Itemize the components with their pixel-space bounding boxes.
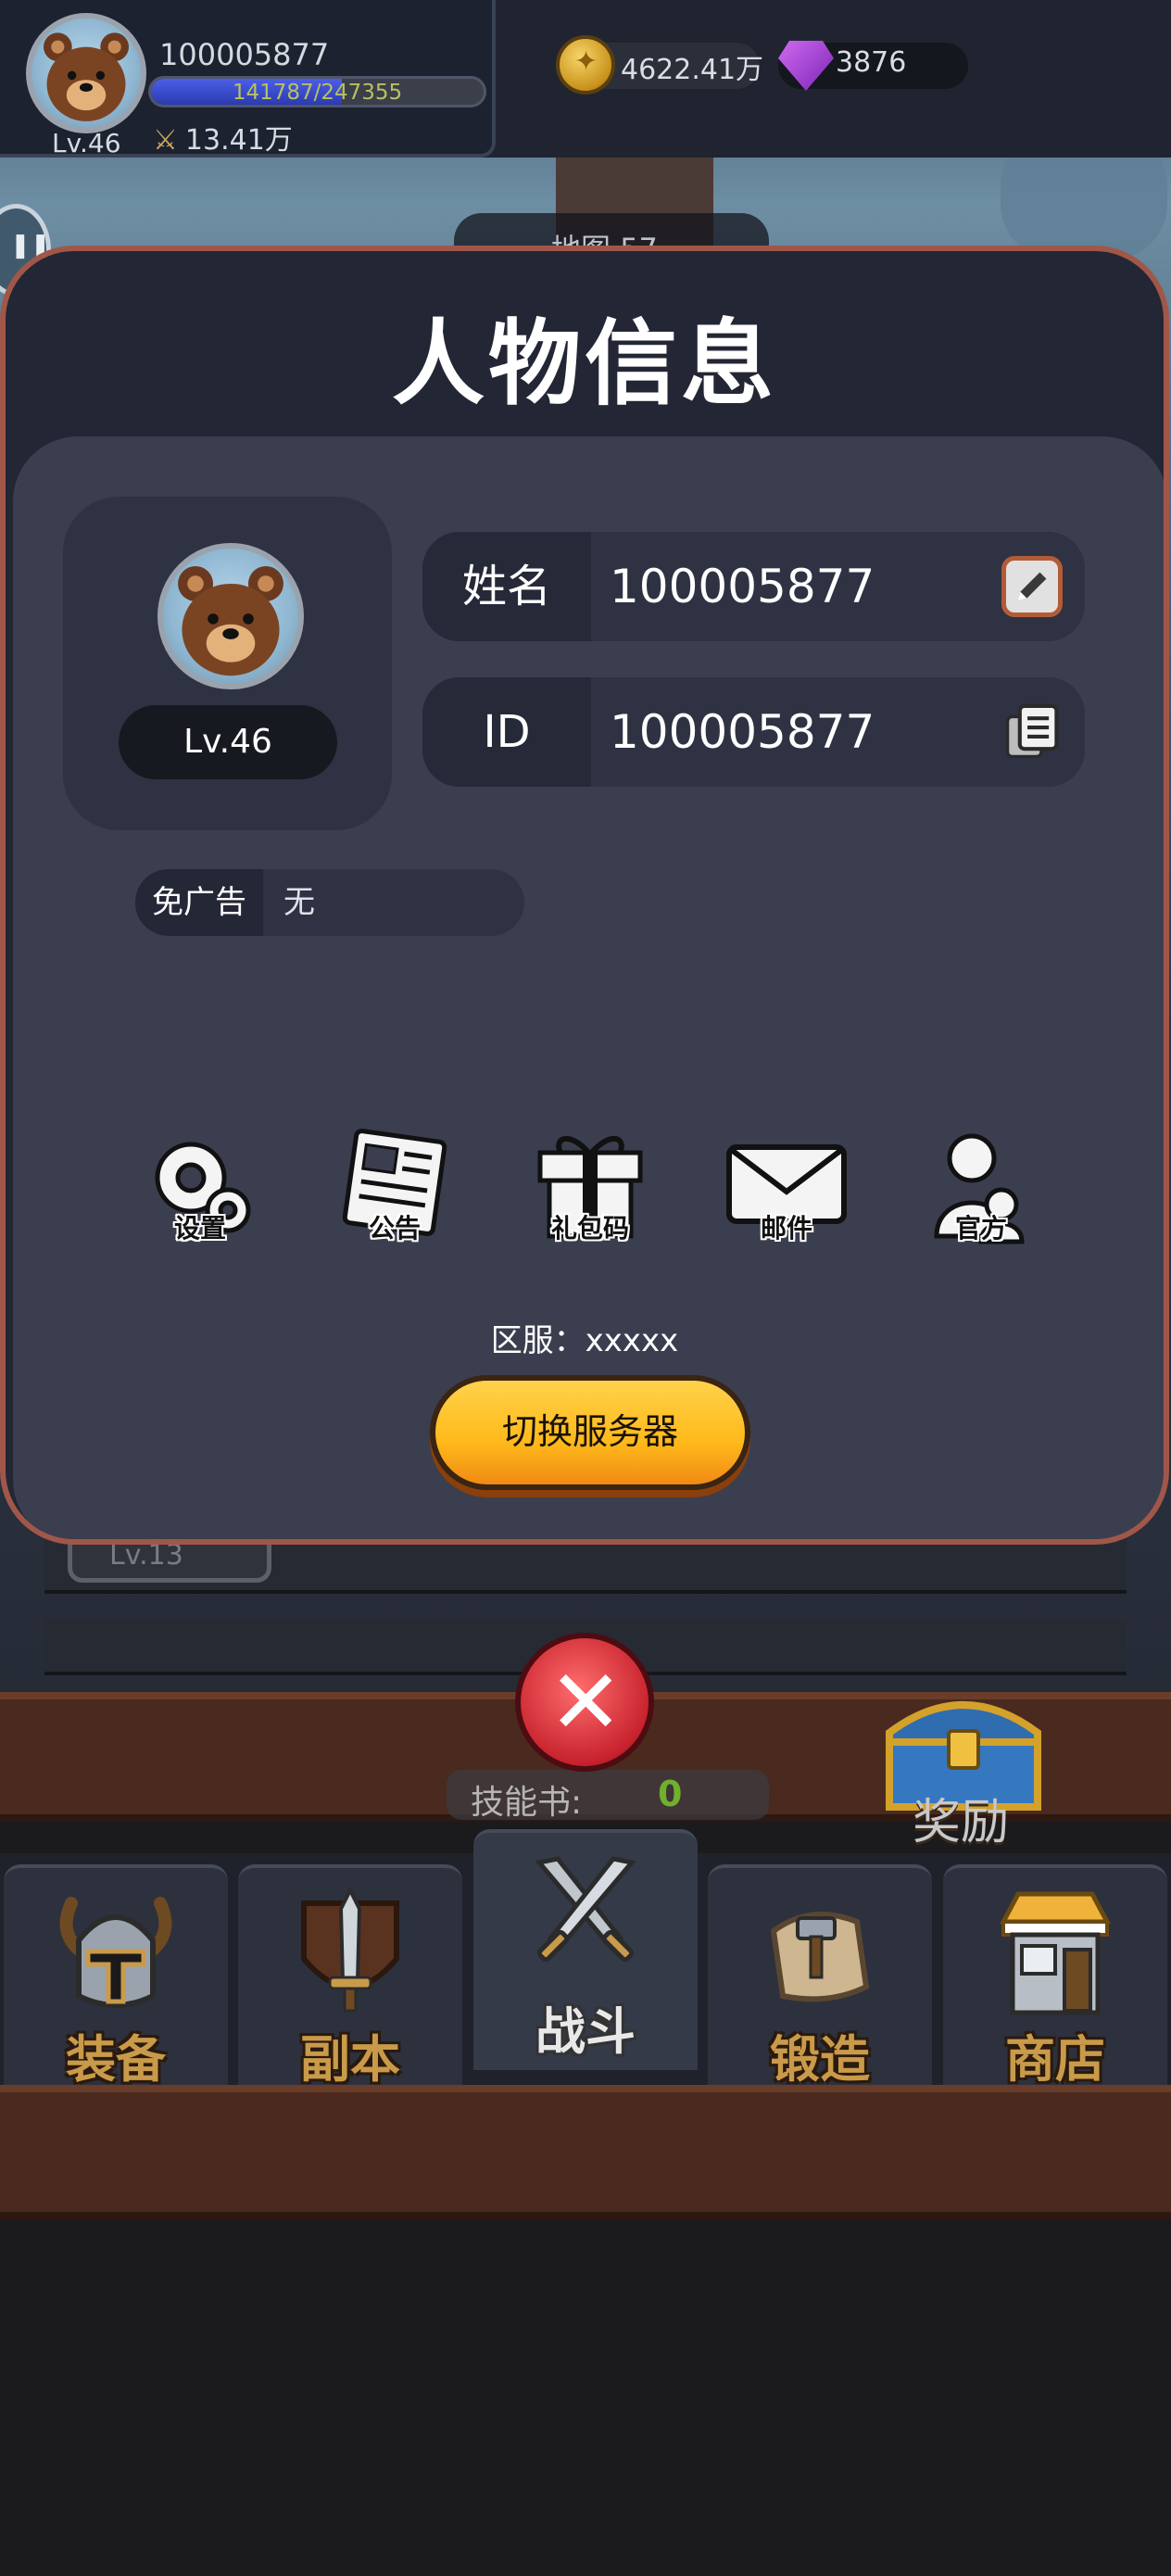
switch-server-button[interactable]: 切换服务器 <box>430 1375 750 1490</box>
name-label: 姓名 <box>422 532 591 641</box>
avatar-large[interactable] <box>157 543 304 689</box>
bear-face-icon <box>43 32 130 121</box>
skill-book-label: 技能书: <box>471 1784 583 1822</box>
edit-name-button[interactable] <box>1001 556 1063 617</box>
tab-shop[interactable]: 商店 <box>943 1864 1167 2089</box>
character-info-dialog: 人物信息 Lv.46 姓名 100005877 ID 100005877 免广告… <box>0 246 1169 1545</box>
no-ads-status: 免广告 无 <box>135 869 524 936</box>
copy-icon <box>1005 703 1059 759</box>
gold-coin-icon <box>556 35 615 95</box>
tab-battle-label: 战斗 <box>535 2002 636 2061</box>
shop-icon <box>999 1891 1112 2015</box>
combat-power-value: 13.41万 <box>184 124 293 157</box>
player-level: Lv.46 <box>52 128 121 158</box>
tab-equipment-label: 装备 <box>66 2030 166 2089</box>
tab-dungeon[interactable]: 副本 <box>238 1864 462 2089</box>
player-id-text: 100005877 <box>159 37 330 72</box>
gift-code-button[interactable]: 礼包码 <box>525 1127 655 1247</box>
skill-book-count: 0 <box>658 1774 683 1814</box>
xp-text: 141787/247355 <box>232 81 403 105</box>
tab-dungeon-label: 副本 <box>300 2030 400 2089</box>
mail-label: 邮件 <box>760 1213 812 1244</box>
pencil-icon <box>1017 572 1047 601</box>
id-field: ID 100005877 <box>422 677 1085 787</box>
top-hud: 100005877 141787/247355 Lv.46 ⚔13.41万 46… <box>0 0 1171 158</box>
avatar[interactable] <box>26 13 146 133</box>
helmet-icon <box>59 1897 172 2008</box>
settings-button[interactable]: 设置 <box>135 1127 265 1247</box>
forge-scroll-icon <box>770 1912 870 2002</box>
tab-forge-label: 锻造 <box>770 2030 870 2089</box>
sword-shield-icon <box>301 1886 399 2013</box>
announcement-button[interactable]: 公告 <box>330 1127 460 1247</box>
combat-power: ⚔ 13.41万 <box>153 117 293 158</box>
bear-face-icon <box>178 565 283 676</box>
tab-forge[interactable]: 锻造 <box>708 1864 932 2089</box>
gift-code-label: 礼包码 <box>550 1213 629 1244</box>
bottom-nav: 装备 副本 战斗 锻造 商店 <box>0 1829 1171 2089</box>
official-label: 官方 <box>954 1213 1007 1244</box>
close-icon: ✕ <box>548 1650 623 1754</box>
reward-label[interactable]: 奖励 <box>913 1783 1009 1852</box>
settings-label: 设置 <box>173 1213 226 1244</box>
wood-footer <box>0 2085 1171 2219</box>
crossed-swords-icon: ⚔ <box>153 124 178 157</box>
dialog-title: 人物信息 <box>392 309 777 418</box>
skill-book-counter: 技能书: 0 <box>447 1770 769 1822</box>
server-info: 区服：xxxxx <box>490 1322 679 1359</box>
no-ads-value: 无 <box>283 884 315 921</box>
tab-equipment[interactable]: 装备 <box>4 1864 228 2089</box>
level-badge: Lv.46 <box>119 705 337 779</box>
xp-bar: 141787/247355 <box>148 76 486 107</box>
name-field: 姓名 100005877 <box>422 532 1085 641</box>
close-button[interactable]: ✕ <box>515 1633 654 1772</box>
avatar-card: Lv.46 <box>63 497 392 830</box>
no-ads-label: 免广告 <box>135 869 263 936</box>
tab-shop-label: 商店 <box>1005 2030 1105 2089</box>
gold-value: 4622.41万 <box>621 54 764 86</box>
mail-button[interactable]: 邮件 <box>722 1127 851 1247</box>
copy-id-button[interactable] <box>1001 701 1063 763</box>
gem-value: 3876 <box>836 46 907 79</box>
announcement-label: 公告 <box>368 1213 421 1244</box>
crossed-swords-icon <box>535 1856 636 1963</box>
tab-battle[interactable]: 战斗 <box>473 1829 698 2070</box>
official-button[interactable]: 官方 <box>916 1127 1046 1247</box>
id-label: ID <box>422 677 591 787</box>
